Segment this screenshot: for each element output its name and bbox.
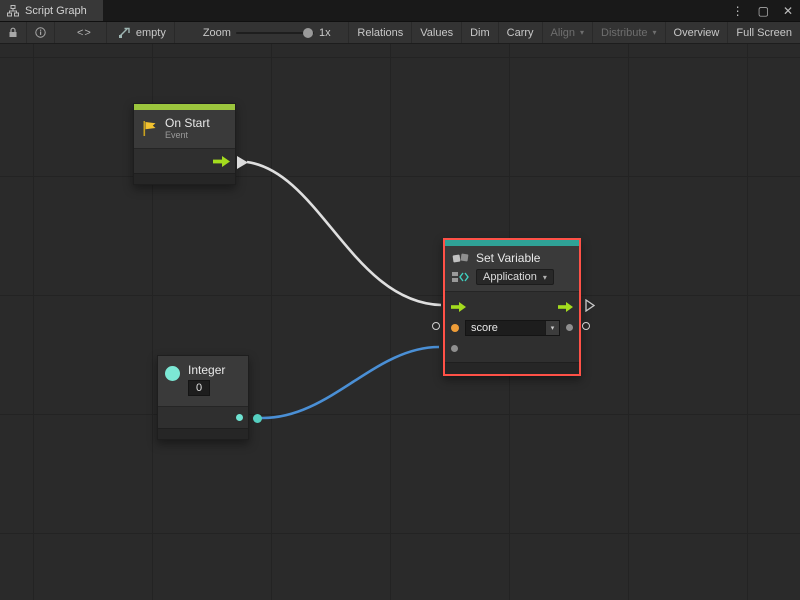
zoom-group: Zoom 1x: [175, 22, 339, 43]
dim-button[interactable]: Dim: [462, 22, 499, 43]
integer-icon: [165, 366, 180, 381]
zoom-label: Zoom: [203, 27, 231, 39]
variable-scope-value: Application: [483, 271, 537, 283]
value-input-port[interactable]: [451, 345, 458, 352]
integer-footer: [158, 428, 248, 439]
script-graph-window: Script Graph ⋮ ▢ ✕ <>: [0, 0, 800, 600]
set-variable-header: Set Variable Application ▾: [445, 246, 579, 291]
maximize-icon[interactable]: ▢: [751, 0, 776, 22]
node-on-start[interactable]: On Start Event: [133, 103, 236, 185]
integer-header: Integer 0: [158, 356, 248, 406]
window-controls: ⋮ ▢ ✕: [725, 0, 800, 21]
set-variable-title: Set Variable: [476, 251, 540, 265]
toolbar-spacer: [339, 22, 349, 43]
lock-button[interactable]: [0, 22, 27, 43]
align-button[interactable]: Align ▾: [543, 22, 593, 43]
set-variable-ports: score ▾: [445, 291, 579, 362]
on-start-ports: [134, 148, 235, 173]
lock-icon: [8, 27, 18, 38]
value-wire-integer-to-setvariable[interactable]: [261, 347, 439, 418]
window-menu-icon[interactable]: ⋮: [725, 0, 751, 22]
flow-port-row: [445, 296, 579, 317]
tab-title: Script Graph: [25, 5, 87, 17]
values-label: Values: [420, 27, 453, 39]
integer-value-field[interactable]: 0: [188, 380, 210, 396]
on-start-flow-connector[interactable]: [237, 156, 248, 169]
variable-name-dropdown-icon[interactable]: ▾: [545, 321, 559, 335]
integer-title: Integer: [188, 363, 225, 377]
distribute-button[interactable]: Distribute ▾: [593, 22, 665, 43]
flow-output-port[interactable]: [558, 302, 573, 312]
zoom-slider[interactable]: [236, 32, 314, 34]
toolbar: <> empty Zoom 1x Relations Values Dim: [0, 22, 800, 44]
flow-out-connector-outline[interactable]: [585, 299, 595, 312]
on-start-subtitle: Event: [165, 130, 210, 141]
flow-output-port[interactable]: [213, 156, 230, 167]
control-wire-onstart-to-setvariable[interactable]: [247, 162, 441, 305]
pointer-icon: [119, 27, 131, 38]
info-icon: [35, 27, 46, 38]
info-button[interactable]: [27, 22, 55, 43]
variable-output-port[interactable]: [566, 324, 573, 331]
carry-label: Carry: [507, 27, 534, 39]
scope-dropdown-icon: ▾: [543, 273, 547, 282]
overview-label: Overview: [674, 27, 720, 39]
wires-layer: [0, 44, 800, 600]
pointer-label: empty: [136, 27, 166, 39]
graph-icon: [7, 5, 19, 17]
variable-name-field[interactable]: score ▾: [465, 320, 560, 336]
fullscreen-label: Full Screen: [736, 27, 792, 39]
graph-canvas[interactable]: On Start Event: [0, 44, 800, 600]
tab-script-graph[interactable]: Script Graph: [0, 0, 103, 21]
relations-button[interactable]: Relations: [348, 22, 412, 43]
node-set-variable[interactable]: Set Variable Application ▾: [443, 238, 581, 376]
zoom-handle[interactable]: [303, 28, 313, 38]
integer-output-port[interactable]: [236, 414, 243, 421]
variable-out-ring[interactable]: [582, 322, 590, 330]
code-view-button[interactable]: <>: [55, 22, 106, 43]
dim-label: Dim: [470, 27, 490, 39]
title-bar: Script Graph ⋮ ▢ ✕: [0, 0, 800, 22]
carry-button[interactable]: Carry: [499, 22, 543, 43]
integer-output-connector[interactable]: [253, 414, 262, 423]
variable-name-value: score: [466, 322, 545, 334]
fullscreen-button[interactable]: Full Screen: [728, 22, 800, 43]
set-variable-footer: [445, 362, 579, 374]
value-input-row: [445, 338, 579, 359]
close-icon[interactable]: ✕: [776, 0, 800, 22]
integer-ports: [158, 406, 248, 428]
on-start-footer: [134, 173, 235, 184]
node-integer[interactable]: Integer 0: [157, 355, 249, 440]
overview-button[interactable]: Overview: [666, 22, 729, 43]
align-label: Align: [551, 27, 575, 39]
distribute-label: Distribute: [601, 27, 647, 39]
graph-pointer[interactable]: empty: [106, 22, 175, 43]
relations-label: Relations: [357, 27, 403, 39]
on-start-header: On Start Event: [134, 110, 235, 148]
code-icon: <>: [77, 27, 92, 39]
align-dropdown-icon: ▾: [580, 28, 584, 37]
values-button[interactable]: Values: [412, 22, 462, 43]
flag-icon: [141, 120, 158, 137]
zoom-value: 1x: [319, 27, 331, 39]
unconnected-input-ring[interactable]: [432, 322, 440, 330]
variable-name-row: score ▾: [445, 317, 579, 338]
variable-name-port[interactable]: [451, 324, 459, 332]
variable-code-icon: [452, 271, 470, 283]
variables-icon: [452, 252, 470, 265]
variable-scope-dropdown[interactable]: Application ▾: [476, 269, 554, 285]
flow-input-port[interactable]: [451, 302, 466, 312]
distribute-dropdown-icon: ▾: [653, 28, 657, 37]
on-start-title: On Start: [165, 117, 210, 130]
